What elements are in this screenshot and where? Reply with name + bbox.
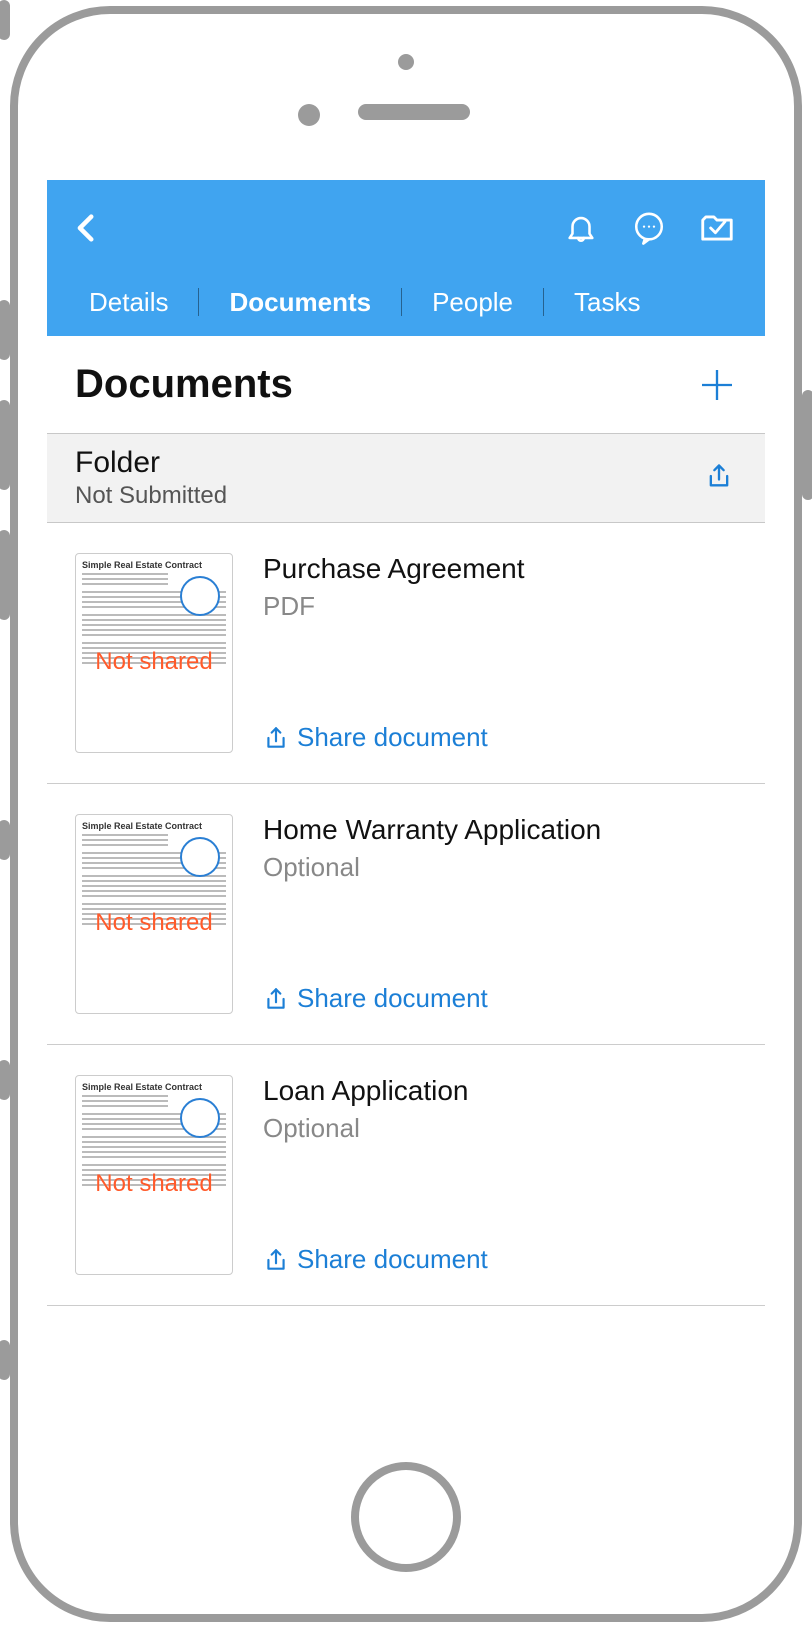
phone-sensor-dot	[398, 54, 414, 70]
thumb-heading: Simple Real Estate Contract	[82, 560, 226, 570]
tab-tasks[interactable]: Tasks	[568, 287, 646, 318]
share-document-link[interactable]: Share document	[263, 1244, 737, 1275]
phone-side-bump	[802, 390, 812, 500]
document-thumbnail[interactable]: Simple Real Estate Contract Not shared	[75, 814, 233, 1014]
phone-side-bump	[0, 400, 10, 490]
checklist-button[interactable]	[687, 198, 747, 258]
share-document-label: Share document	[297, 983, 488, 1014]
share-document-label: Share document	[297, 1244, 488, 1275]
folder-check-icon	[698, 209, 736, 247]
thumb-stamp-icon	[180, 837, 220, 877]
share-icon	[705, 462, 733, 490]
folder-title: Folder	[75, 446, 705, 480]
tab-people[interactable]: People	[426, 287, 519, 318]
phone-side-bump	[0, 1340, 10, 1380]
thumb-stamp-icon	[180, 576, 220, 616]
notifications-button[interactable]	[551, 198, 611, 258]
phone-side-bump	[0, 0, 10, 40]
thumb-heading: Simple Real Estate Contract	[82, 1082, 226, 1092]
messages-button[interactable]	[619, 198, 679, 258]
phone-side-bump	[0, 1060, 10, 1100]
document-title: Home Warranty Application	[263, 814, 737, 846]
document-subtitle: Optional	[263, 1113, 737, 1144]
chat-icon	[632, 211, 666, 245]
phone-speaker	[358, 104, 470, 120]
back-button[interactable]	[65, 206, 109, 250]
tab-separator	[543, 288, 544, 316]
document-subtitle: PDF	[263, 591, 737, 622]
document-row[interactable]: Simple Real Estate Contract Not shared P…	[47, 523, 765, 784]
header-tabs: Details Documents People Tasks	[65, 276, 747, 336]
share-icon	[263, 725, 289, 751]
tab-details[interactable]: Details	[83, 287, 174, 318]
share-document-link[interactable]: Share document	[263, 983, 737, 1014]
phone-side-bump	[0, 820, 10, 860]
phone-camera-dot	[298, 104, 320, 126]
document-thumbnail[interactable]: Simple Real Estate Contract Not shared	[75, 1075, 233, 1275]
phone-side-bump	[0, 530, 10, 620]
share-icon	[263, 986, 289, 1012]
tab-separator	[198, 288, 199, 316]
tab-documents[interactable]: Documents	[223, 287, 377, 318]
app-header: Details Documents People Tasks	[47, 180, 765, 336]
phone-home-button[interactable]	[351, 1462, 461, 1572]
folder-row[interactable]: Folder Not Submitted	[47, 433, 765, 523]
document-title: Purchase Agreement	[263, 553, 737, 585]
share-document-label: Share document	[297, 722, 488, 753]
folder-status: Not Submitted	[75, 482, 705, 510]
document-row[interactable]: Simple Real Estate Contract Not shared L…	[47, 1045, 765, 1306]
bell-icon	[564, 211, 598, 245]
page-title: Documents	[75, 362, 293, 407]
chevron-left-icon	[70, 211, 104, 245]
thumb-watermark: Not shared	[76, 648, 232, 676]
plus-icon	[697, 365, 737, 405]
thumb-heading: Simple Real Estate Contract	[82, 821, 226, 831]
tab-separator	[401, 288, 402, 316]
share-document-link[interactable]: Share document	[263, 722, 737, 753]
document-subtitle: Optional	[263, 852, 737, 883]
folder-share-button[interactable]	[705, 462, 737, 494]
thumb-watermark: Not shared	[76, 909, 232, 937]
document-title: Loan Application	[263, 1075, 737, 1107]
share-icon	[263, 1247, 289, 1273]
document-row[interactable]: Simple Real Estate Contract Not shared H…	[47, 784, 765, 1045]
thumb-watermark: Not shared	[76, 1170, 232, 1198]
document-thumbnail[interactable]: Simple Real Estate Contract Not shared	[75, 553, 233, 753]
thumb-stamp-icon	[180, 1098, 220, 1138]
phone-side-bump	[0, 300, 10, 360]
add-document-button[interactable]	[697, 365, 737, 405]
